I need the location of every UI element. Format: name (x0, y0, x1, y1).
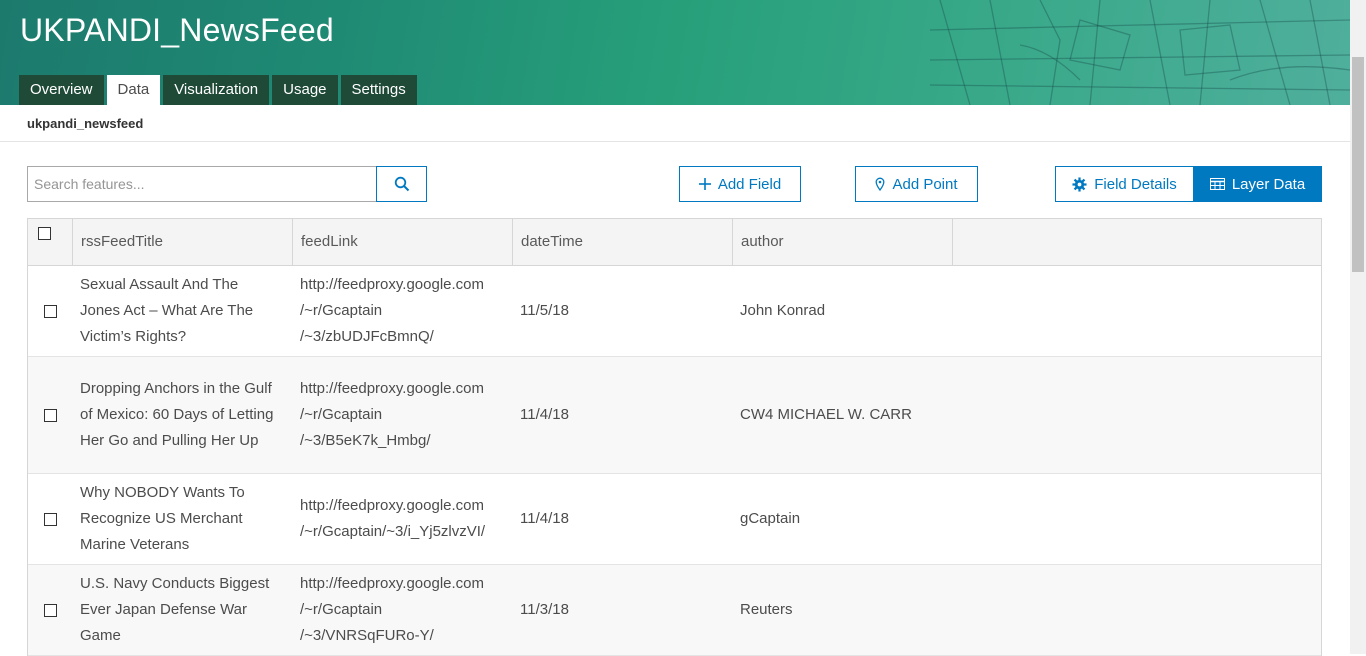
table-icon (1209, 178, 1225, 190)
row-checkbox[interactable] (44, 512, 57, 526)
cell-author: John Konrad (740, 302, 826, 319)
search-icon (394, 176, 409, 192)
page-scrollbar[interactable] (1350, 0, 1366, 654)
feedlink-line: http://feedproxy.google.com (300, 380, 484, 397)
tab-settings[interactable]: Settings (340, 75, 417, 105)
feedlink-line: http://feedproxy.google.com (300, 575, 484, 592)
row-select-cell (28, 474, 73, 564)
feedlink-line: /~r/Gcaptain (300, 601, 383, 618)
tab-usage[interactable]: Usage (272, 75, 338, 105)
search-input[interactable] (27, 166, 377, 202)
cell-datetime: 11/4/18 (520, 510, 569, 527)
layer-name: ukpandi_newsfeed (27, 116, 144, 131)
add-point-label: Add Point (892, 175, 958, 193)
tab-data[interactable]: Data (106, 75, 161, 105)
cell-datetime: 11/5/18 (520, 302, 569, 319)
add-field-label: Add Field (717, 175, 782, 193)
cell-feedlink: http://feedproxy.google.com /~r/Gcaptain… (293, 357, 513, 473)
row-select-cell (28, 565, 73, 655)
add-field-button[interactable]: Add Field (679, 166, 801, 202)
table-row[interactable]: Why NOBODY Wants To Recognize US Merchan… (28, 474, 1321, 565)
app-title: UKPANDI_NewsFeed (20, 12, 334, 48)
row-select-cell (28, 357, 73, 473)
cell-datetime: 11/4/18 (520, 406, 569, 423)
gear-icon (1072, 176, 1087, 192)
add-point-button[interactable]: Add Point (855, 166, 978, 202)
row-checkbox[interactable] (44, 603, 57, 617)
plus-icon (698, 178, 711, 190)
data-table: rssFeedTitle feedLink dateTime author Se… (27, 218, 1322, 656)
map-pin-icon (876, 177, 885, 191)
scrollbar-thumb[interactable] (1352, 57, 1364, 272)
cell-datetime: 11/3/18 (520, 601, 569, 618)
tab-bar: Overview Data Visualization Usage Settin… (19, 75, 417, 105)
feedlink-line: http://feedproxy.google.com (300, 497, 484, 514)
cell-author: Reuters (740, 601, 793, 618)
feedlink-line: /~3/zbUDJFcBmnQ/ (300, 328, 434, 345)
feedlink-line: /~3/B5eK7k_Hmbg/ (300, 432, 431, 449)
select-all-cell (28, 219, 73, 265)
tab-overview[interactable]: Overview (19, 75, 104, 105)
table-row[interactable]: Sexual Assault And The Jones Act – What … (28, 266, 1321, 357)
cell-author: CW4 MICHAEL W. CARR (740, 406, 912, 423)
feedlink-line: /~r/Gcaptain (300, 302, 383, 319)
select-all-checkbox[interactable] (38, 227, 51, 240)
feedlink-line: /~3/VNRSqFURo-Y/ (300, 627, 434, 644)
map-background-decoration (930, 0, 1350, 105)
table-row[interactable]: U.S. Navy Conducts Biggest Ever Japan De… (28, 565, 1321, 656)
search-button[interactable] (376, 166, 427, 202)
field-details-button[interactable]: Field Details (1055, 166, 1194, 202)
feedlink-line: /~r/Gcaptain (300, 406, 383, 423)
layer-data-label: Layer Data (1231, 175, 1306, 193)
cell-rssfeedtitle: U.S. Navy Conducts Biggest Ever Japan De… (80, 575, 270, 644)
row-select-cell (28, 266, 73, 356)
tab-visualization[interactable]: Visualization (163, 75, 270, 105)
feedlink-line: /~r/Gcaptain/~3/i_Yj5zlvzVI/ (300, 523, 486, 540)
cell-feedlink: http://feedproxy.google.com /~r/Gcaptain… (293, 266, 513, 356)
cell-feedlink: http://feedproxy.google.com /~r/Gcaptain… (293, 565, 513, 655)
table-header: rssFeedTitle feedLink dateTime author (28, 219, 1321, 266)
cell-empty (953, 266, 1321, 356)
cell-empty (953, 357, 1321, 473)
layer-name-bar: ukpandi_newsfeed (0, 105, 1350, 142)
row-checkbox[interactable] (44, 304, 57, 318)
column-header-rssfeedtitle[interactable]: rssFeedTitle (73, 219, 293, 265)
cell-author: gCaptain (740, 510, 801, 527)
cell-empty (953, 474, 1321, 564)
column-header-datetime[interactable]: dateTime (513, 219, 733, 265)
feedlink-line: http://feedproxy.google.com (300, 276, 484, 293)
column-header-author[interactable]: author (733, 219, 953, 265)
row-checkbox[interactable] (44, 408, 57, 422)
cell-rssfeedtitle: Why NOBODY Wants To Recognize US Merchan… (80, 484, 245, 553)
table-row[interactable]: Dropping Anchors in the Gulf of Mexico: … (28, 357, 1321, 474)
field-details-label: Field Details (1094, 175, 1177, 193)
cell-rssfeedtitle: Sexual Assault And The Jones Act – What … (80, 276, 254, 345)
header-banner: UKPANDI_NewsFeed Overview Data Visualiza… (0, 0, 1350, 105)
cell-empty (953, 565, 1321, 655)
column-header-empty (953, 219, 1321, 265)
cell-feedlink: http://feedproxy.google.com /~r/Gcaptain… (293, 474, 513, 564)
layer-data-button[interactable]: Layer Data (1193, 166, 1322, 202)
column-header-feedlink[interactable]: feedLink (293, 219, 513, 265)
cell-rssfeedtitle: Dropping Anchors in the Gulf of Mexico: … (80, 380, 274, 449)
